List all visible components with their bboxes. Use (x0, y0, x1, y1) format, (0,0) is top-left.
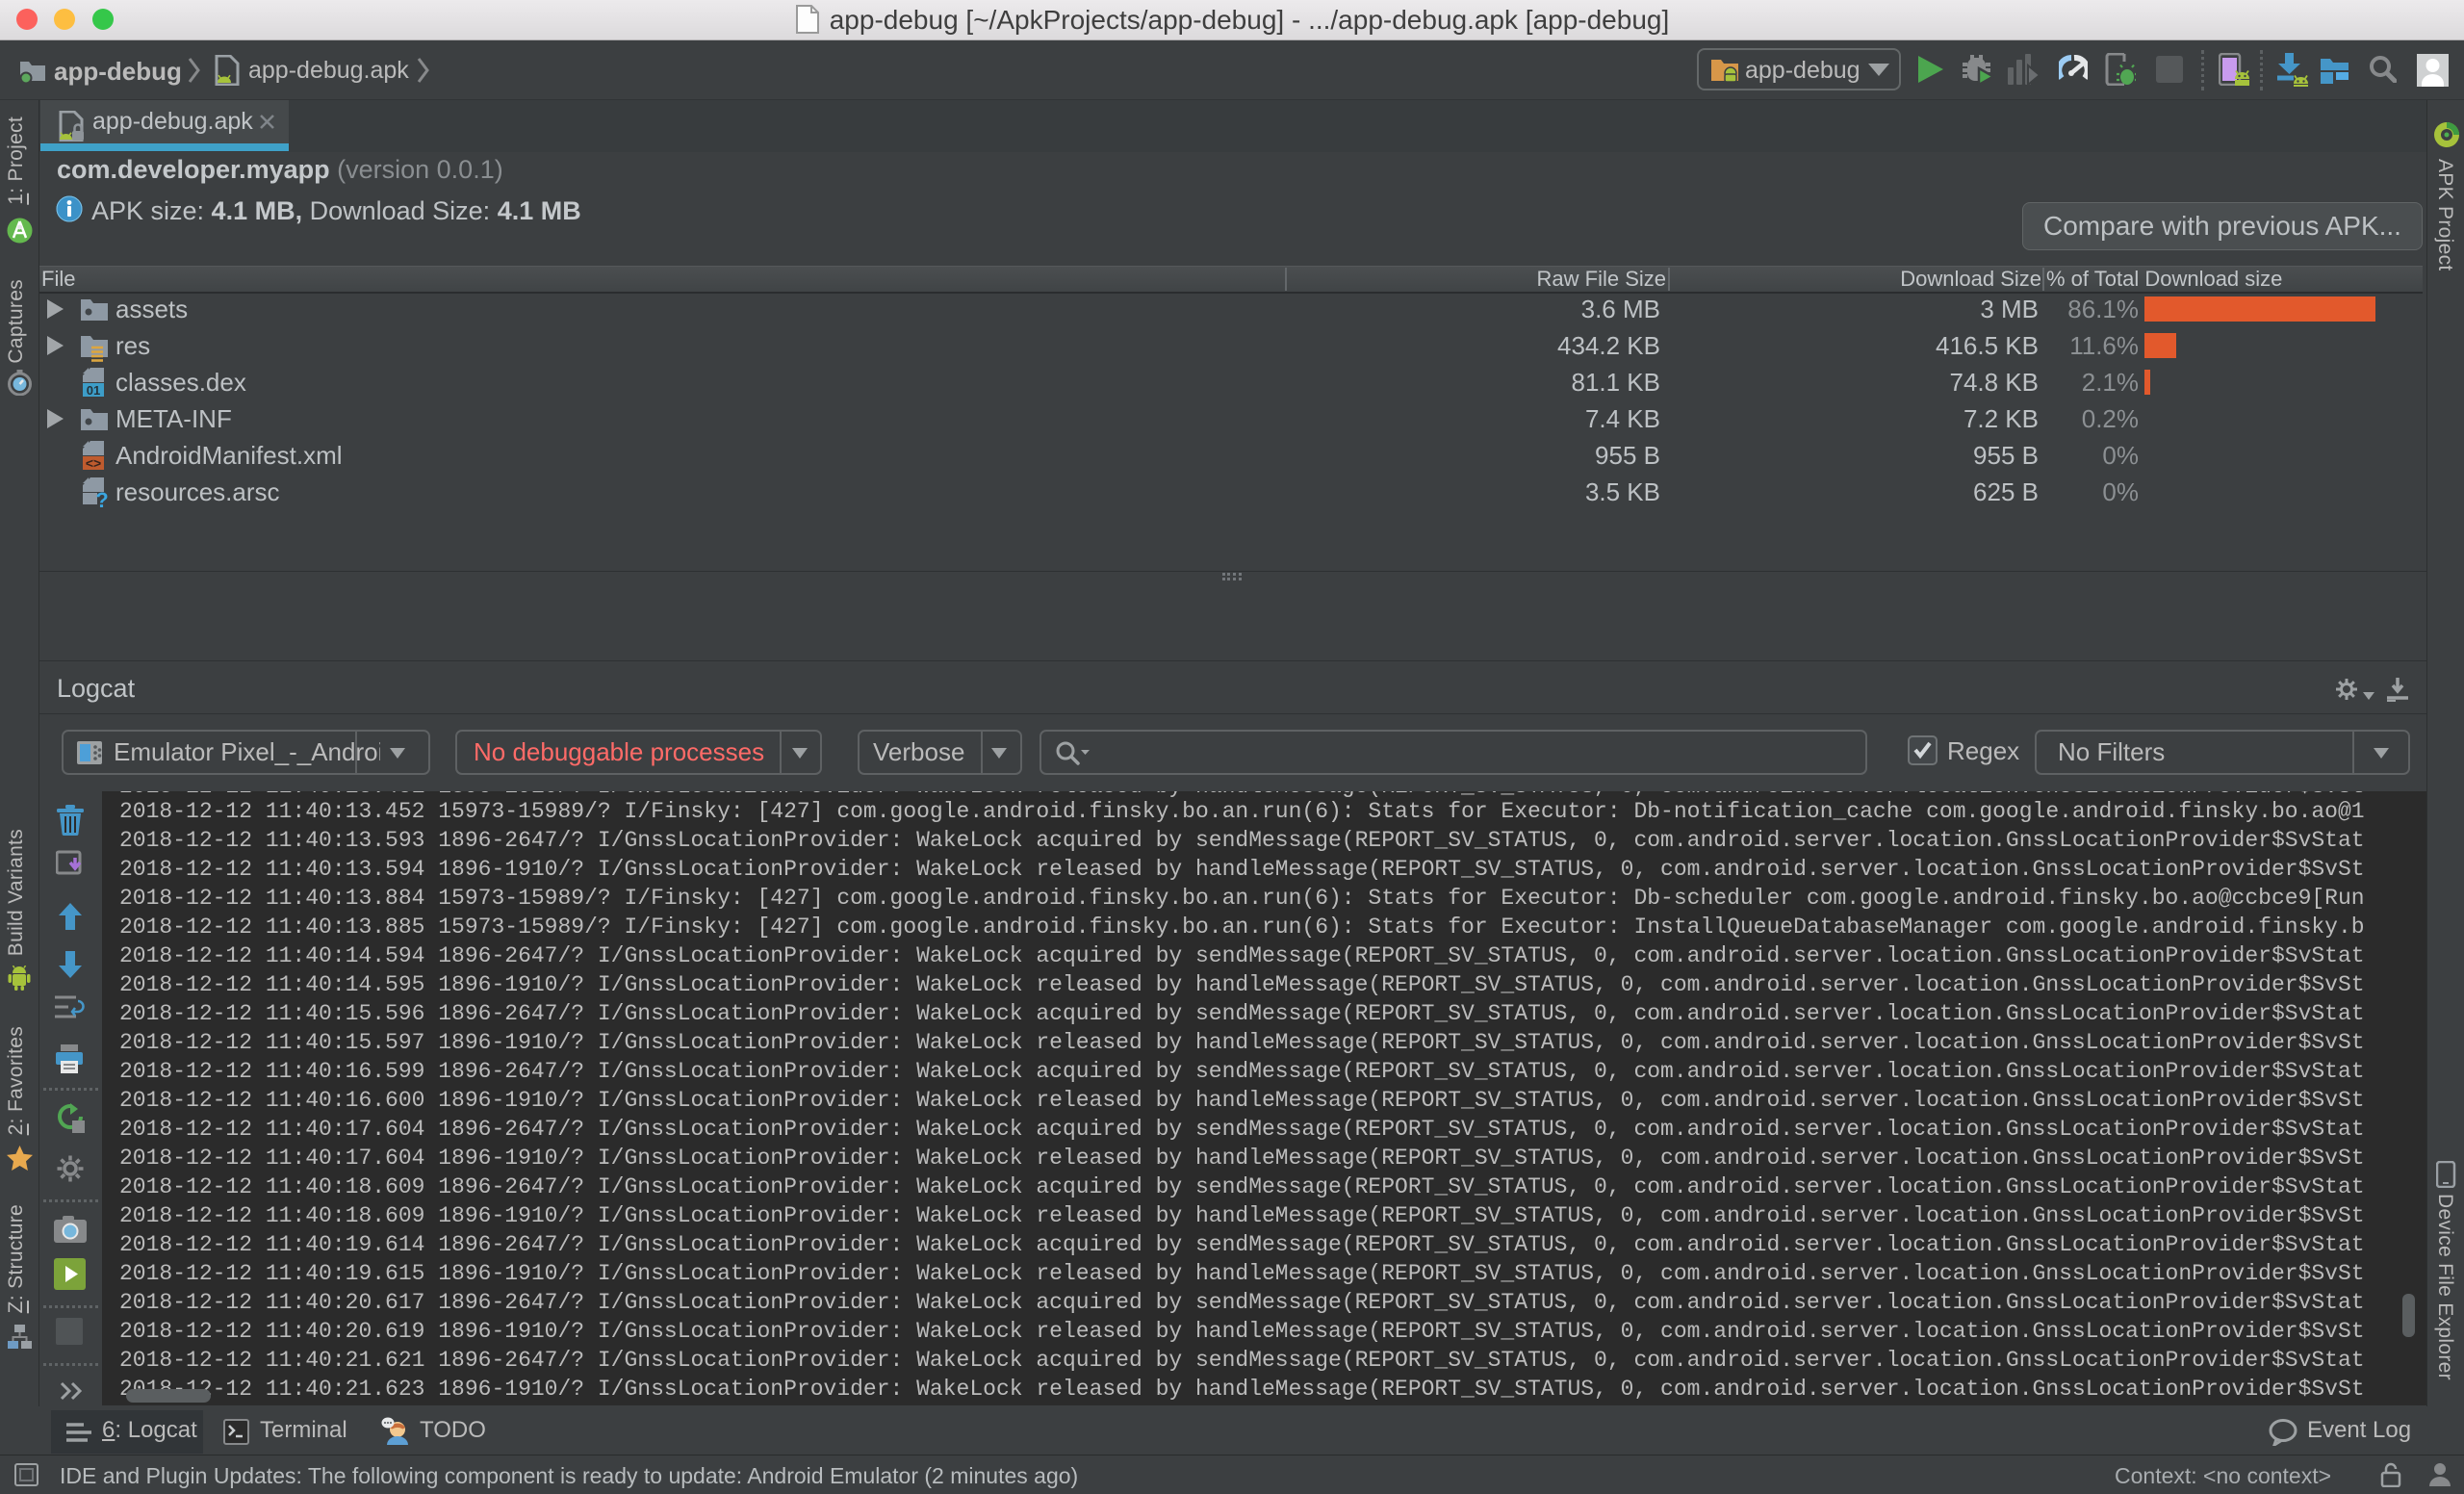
svg-text:?: ? (95, 488, 108, 508)
svg-text:01: 01 (87, 383, 100, 397)
svg-text:<>: <> (86, 455, 101, 470)
